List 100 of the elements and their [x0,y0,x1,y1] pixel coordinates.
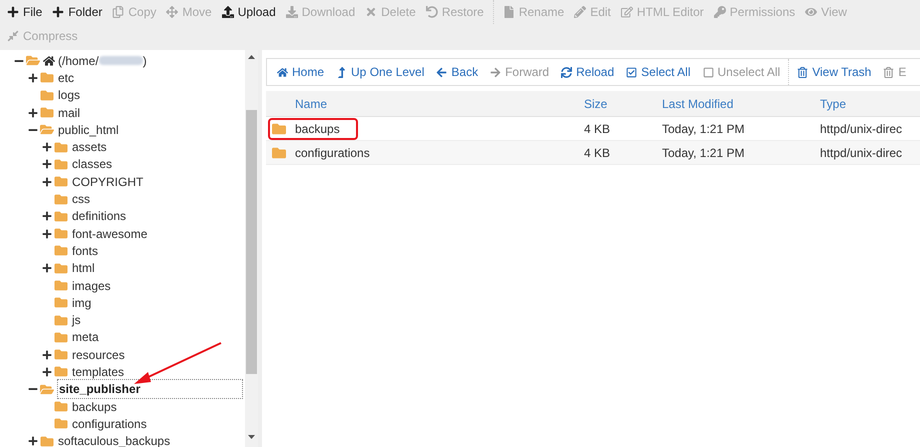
key-icon [714,6,726,18]
expand-icon[interactable] [42,366,52,377]
folder-icon [40,71,54,84]
tree-item[interactable]: fonts [71,242,100,260]
folder-icon [54,262,68,275]
table-cell-text: configurations [295,144,371,162]
tree-item[interactable]: meta [71,328,100,346]
toolbar-button[interactable]: Folder [47,0,108,24]
folder-icon [54,417,68,430]
table-cell-text: 4 KB [584,144,612,162]
tree-item[interactable]: mail [57,104,82,122]
tree-item[interactable]: COPYRIGHT [71,172,144,191]
folder-icon [54,314,68,327]
folder-icon [54,175,68,188]
folder-icon [271,146,287,160]
table-row[interactable]: backups 4 KB Today, 1:21 PM httpd/unix-direc [266,117,920,141]
tree-item[interactable]: definitions [71,207,128,226]
column-header[interactable]: Last Modified [662,94,820,112]
open-folder-icon [26,54,40,68]
folder-icon [54,400,68,414]
home-icon [43,54,55,67]
arrow-left-icon [436,66,448,78]
tree-item[interactable]: etc [57,68,76,87]
expand-icon[interactable] [28,72,38,83]
scrollbar-thumb[interactable] [246,110,257,374]
folder-icon [54,140,68,154]
folder-icon [40,88,54,102]
expand-icon[interactable] [42,263,52,274]
scrollbar[interactable] [245,50,258,447]
folder-icon [54,279,68,292]
scroll-down-icon[interactable] [248,435,255,439]
plus-icon [52,6,64,18]
table-cell-text: httpd/unix-direc [820,120,902,138]
nav-button[interactable]: Back [430,63,484,81]
download-icon [286,6,298,18]
open-folder-icon [40,123,54,136]
folder-icon [54,365,68,378]
nav-button[interactable]: Select All [620,63,696,81]
nav-button[interactable]: Reload [555,63,620,81]
tree-item[interactable]: logs [57,86,82,104]
expand-icon[interactable] [42,350,52,360]
nav-button[interactable]: View Trash [791,63,878,81]
expand-icon[interactable] [42,228,52,239]
scroll-up-icon[interactable] [248,55,255,59]
close-icon [365,6,378,18]
table-cell-text: Today, 1:21 PM [662,120,746,138]
copy-icon [112,6,124,18]
tree-item[interactable]: font-awesome [71,224,148,243]
folder-icon [271,122,287,136]
expand-icon[interactable] [28,108,38,118]
folder-icon [54,210,68,223]
redacted-text [98,56,143,66]
tree-item[interactable]: templates [71,363,126,381]
trash-icon [883,66,894,78]
expand-icon[interactable] [42,176,52,187]
table-cell-text: Today, 1:21 PM [662,144,746,162]
open-folder-icon [40,382,54,396]
table-cell-text: httpd/unix-direc [820,144,902,162]
toolbar-button[interactable]: File [2,0,48,24]
move-icon [166,6,178,18]
tree-item[interactable]: html [71,259,96,278]
tree-item[interactable]: (/home/ [58,52,99,70]
tree-item[interactable]: images [71,276,112,295]
folder-icon [54,192,68,206]
toolbar-button[interactable]: Upload [216,0,281,24]
folder-icon [54,244,68,258]
tree-item[interactable]: css [71,190,91,208]
edit-icon [620,6,633,18]
expand-icon[interactable] [42,159,52,170]
nav-button[interactable]: Home [271,63,330,81]
checked-box-icon [626,66,638,78]
column-header[interactable]: Name [295,94,584,112]
tree-item-suffix: ) [142,52,147,70]
folder-icon [54,348,68,362]
table-cell-text: 4 KB [584,120,612,138]
folder-icon [40,434,54,447]
expand-icon[interactable] [42,211,52,222]
tree-item[interactable]: img [71,294,92,312]
reload-icon [561,66,572,78]
expand-icon[interactable] [28,436,38,446]
file-icon [502,6,515,18]
plus-icon [7,6,19,18]
tree-item[interactable]: configurations [71,414,148,433]
tree-item[interactable]: js [71,311,82,330]
column-header[interactable]: Size [584,94,662,112]
home-icon [277,66,288,78]
compress-icon [7,30,19,42]
expand-icon[interactable] [42,142,52,152]
column-header[interactable]: Type [820,94,900,112]
tree-item[interactable]: public_html [57,120,120,139]
tree-item[interactable]: resources [71,346,126,364]
folder-icon [54,227,68,240]
undo-icon [426,6,438,18]
folder-icon [40,106,54,120]
tree-item[interactable]: backups [71,398,118,416]
tree-item[interactable]: classes [71,155,114,174]
empty-box-icon [702,66,714,78]
tree-item[interactable]: assets [71,138,108,156]
table-row[interactable]: configurations 4 KB Today, 1:21 PM httpd/unix-direc [266,141,920,165]
nav-button[interactable]: Up One Level [330,63,430,81]
